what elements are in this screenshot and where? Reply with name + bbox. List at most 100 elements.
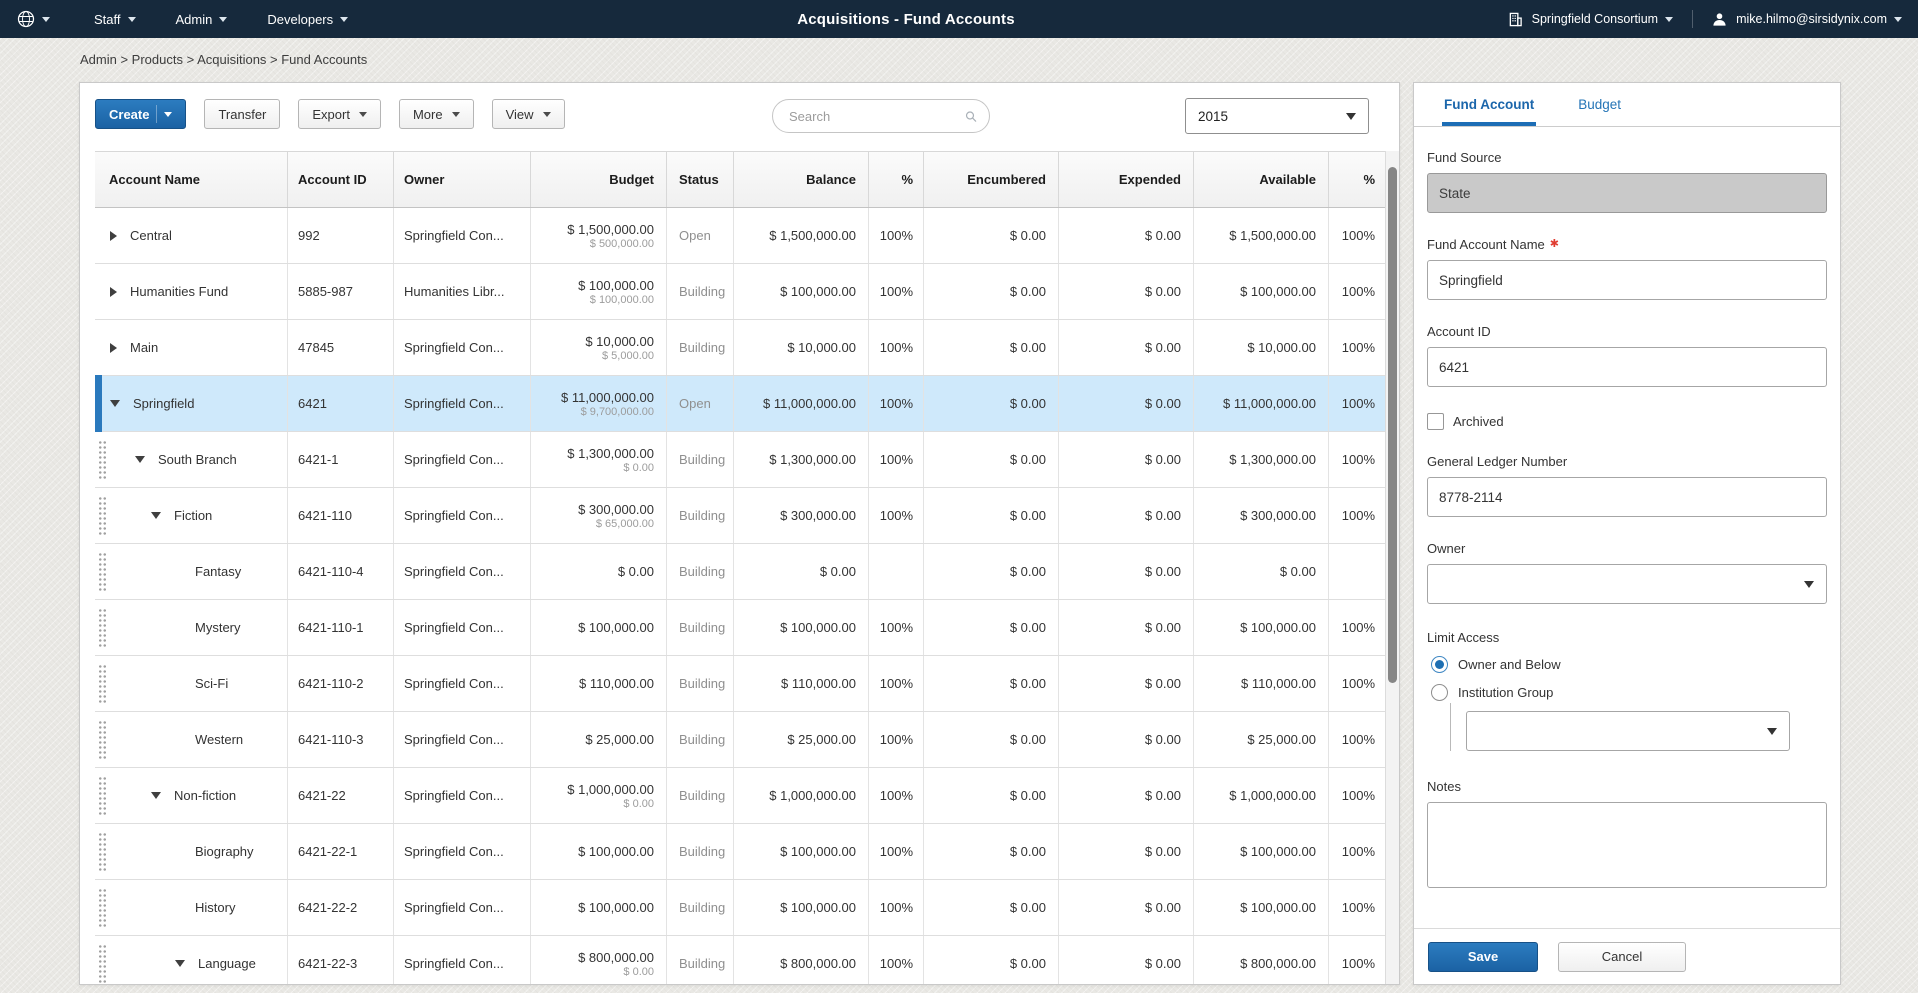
account-id-input[interactable]	[1427, 347, 1827, 387]
required-asterisk-icon: ✱	[1550, 238, 1559, 250]
fund-account-name-input[interactable]	[1427, 260, 1827, 300]
budget-amount: $ 11,000,000.00	[561, 389, 654, 406]
cell-available: $ 10,000.00	[1194, 320, 1329, 375]
scrollbar-thumb[interactable]	[1388, 167, 1397, 683]
col-available-percent[interactable]: %	[1329, 152, 1387, 207]
cell-budget: $ 100,000.00$ 100,000.00	[531, 264, 667, 319]
nav-developers[interactable]: Developers	[267, 12, 348, 27]
radio-owner-and-below[interactable]	[1431, 656, 1448, 673]
archived-checkbox[interactable]	[1427, 413, 1444, 430]
fund-row[interactable]: History6421-22-2Springfield Con...$ 100,…	[95, 880, 1387, 936]
tab-fund-account[interactable]: Fund Account	[1442, 83, 1536, 126]
col-balance[interactable]: Balance	[734, 152, 869, 207]
col-account-name[interactable]: Account Name	[95, 152, 288, 207]
view-button[interactable]: View	[492, 99, 565, 129]
chevron-down-icon	[543, 112, 551, 117]
cell-available-percent: 100%	[1329, 768, 1387, 823]
drag-handle-icon[interactable]	[98, 720, 107, 760]
cell-encumbered: $ 0.00	[924, 320, 1059, 375]
chevron-down-icon	[1767, 728, 1777, 735]
fund-row[interactable]: Biography6421-22-1Springfield Con...$ 10…	[95, 824, 1387, 880]
breadcrumb[interactable]: Admin > Products > Acquisitions > Fund A…	[0, 38, 1918, 82]
cell-available: $ 1,000,000.00	[1194, 768, 1329, 823]
account-name-text: Western	[195, 732, 243, 747]
fund-row[interactable]: Fiction6421-110Springfield Con...$ 300,0…	[95, 488, 1387, 544]
limit-access-option-owner[interactable]: Owner and Below	[1431, 656, 1827, 673]
search-input[interactable]	[789, 109, 965, 124]
locale-menu[interactable]	[16, 9, 50, 29]
col-balance-percent[interactable]: %	[869, 152, 924, 207]
cancel-button[interactable]: Cancel	[1558, 942, 1686, 972]
drag-handle-icon[interactable]	[98, 496, 107, 536]
cell-status: Building	[667, 432, 734, 487]
col-account-id[interactable]: Account ID	[288, 152, 394, 207]
col-available[interactable]: Available	[1194, 152, 1329, 207]
nav-staff[interactable]: Staff	[94, 12, 136, 27]
col-encumbered[interactable]: Encumbered	[924, 152, 1059, 207]
fund-row[interactable]: Springfield6421Springfield Con...$ 11,00…	[95, 376, 1387, 432]
cell-balance-percent: 100%	[869, 936, 924, 984]
drag-handle-icon[interactable]	[98, 888, 107, 928]
tab-budget[interactable]: Budget	[1576, 83, 1623, 126]
cell-status: Building	[667, 768, 734, 823]
expand-row-icon[interactable]	[110, 287, 117, 297]
col-budget[interactable]: Budget	[531, 152, 667, 207]
fund-row[interactable]: Mystery6421-110-1Springfield Con...$ 100…	[95, 600, 1387, 656]
collapse-row-icon[interactable]	[151, 792, 161, 799]
limit-access-option-institution[interactable]: Institution Group	[1431, 684, 1827, 701]
col-owner[interactable]: Owner	[394, 152, 531, 207]
fund-row[interactable]: Sci-Fi6421-110-2Springfield Con...$ 110,…	[95, 656, 1387, 712]
fund-row[interactable]: Language6421-22-3Springfield Con...$ 800…	[95, 936, 1387, 984]
cell-balance: $ 100,000.00	[734, 600, 869, 655]
notes-textarea[interactable]	[1427, 802, 1827, 888]
expand-row-icon[interactable]	[110, 343, 117, 353]
radio-institution-group-label: Institution Group	[1458, 685, 1553, 700]
user-menu[interactable]: mike.hilmo@sirsidynix.com	[1736, 12, 1902, 26]
create-button[interactable]: Create	[95, 99, 186, 129]
nav-admin[interactable]: Admin	[176, 12, 228, 27]
cell-balance-percent: 100%	[869, 656, 924, 711]
expand-row-icon[interactable]	[110, 231, 117, 241]
col-status[interactable]: Status	[667, 152, 734, 207]
drag-handle-icon[interactable]	[98, 608, 107, 648]
export-button[interactable]: Export	[298, 99, 381, 129]
fund-row[interactable]: Humanities Fund5885-987Humanities Libr..…	[95, 264, 1387, 320]
drag-handle-icon[interactable]	[98, 776, 107, 816]
collapse-row-icon[interactable]	[151, 512, 161, 519]
radio-institution-group[interactable]	[1431, 684, 1448, 701]
account-name-text: Sci-Fi	[195, 676, 228, 691]
drag-handle-icon[interactable]	[98, 440, 107, 480]
expander-placeholder	[175, 683, 182, 684]
account-name-text: Springfield	[133, 396, 194, 411]
table-vertical-scrollbar[interactable]	[1385, 151, 1399, 984]
cell-encumbered: $ 0.00	[924, 600, 1059, 655]
fund-row[interactable]: Western6421-110-3Springfield Con...$ 25,…	[95, 712, 1387, 768]
general-ledger-input[interactable]	[1427, 477, 1827, 517]
cell-owner: Springfield Con...	[394, 320, 531, 375]
institution-group-select[interactable]	[1466, 711, 1790, 751]
fund-source-input	[1427, 173, 1827, 213]
fund-row[interactable]: Central992Springfield Con...$ 1,500,000.…	[95, 208, 1387, 264]
owner-select[interactable]	[1427, 564, 1827, 604]
col-expended[interactable]: Expended	[1059, 152, 1194, 207]
institution-switcher[interactable]: Springfield Consortium	[1532, 12, 1673, 26]
fund-row[interactable]: Main47845Springfield Con...$ 10,000.00$ …	[95, 320, 1387, 376]
fund-row[interactable]: Fantasy6421-110-4Springfield Con...$ 0.0…	[95, 544, 1387, 600]
fiscal-year-select[interactable]: 2015	[1185, 98, 1369, 134]
collapse-row-icon[interactable]	[135, 456, 145, 463]
fund-row[interactable]: Non-fiction6421-22Springfield Con...$ 1,…	[95, 768, 1387, 824]
drag-handle-icon[interactable]	[98, 552, 107, 592]
cell-expended: $ 0.00	[1059, 208, 1194, 263]
transfer-button[interactable]: Transfer	[204, 99, 280, 129]
collapse-row-icon[interactable]	[175, 960, 185, 967]
cell-available-percent: 100%	[1329, 264, 1387, 319]
drag-handle-icon[interactable]	[98, 832, 107, 872]
save-button[interactable]: Save	[1428, 942, 1538, 972]
more-button[interactable]: More	[399, 99, 474, 129]
drag-handle-icon[interactable]	[98, 664, 107, 704]
collapse-row-icon[interactable]	[110, 400, 120, 407]
fund-row[interactable]: South Branch6421-1Springfield Con...$ 1,…	[95, 432, 1387, 488]
fund-account-form: Fund Source Fund Account Name✱ Account I…	[1414, 150, 1840, 893]
drag-handle-icon[interactable]	[98, 944, 107, 984]
archived-row[interactable]: Archived	[1427, 413, 1827, 430]
